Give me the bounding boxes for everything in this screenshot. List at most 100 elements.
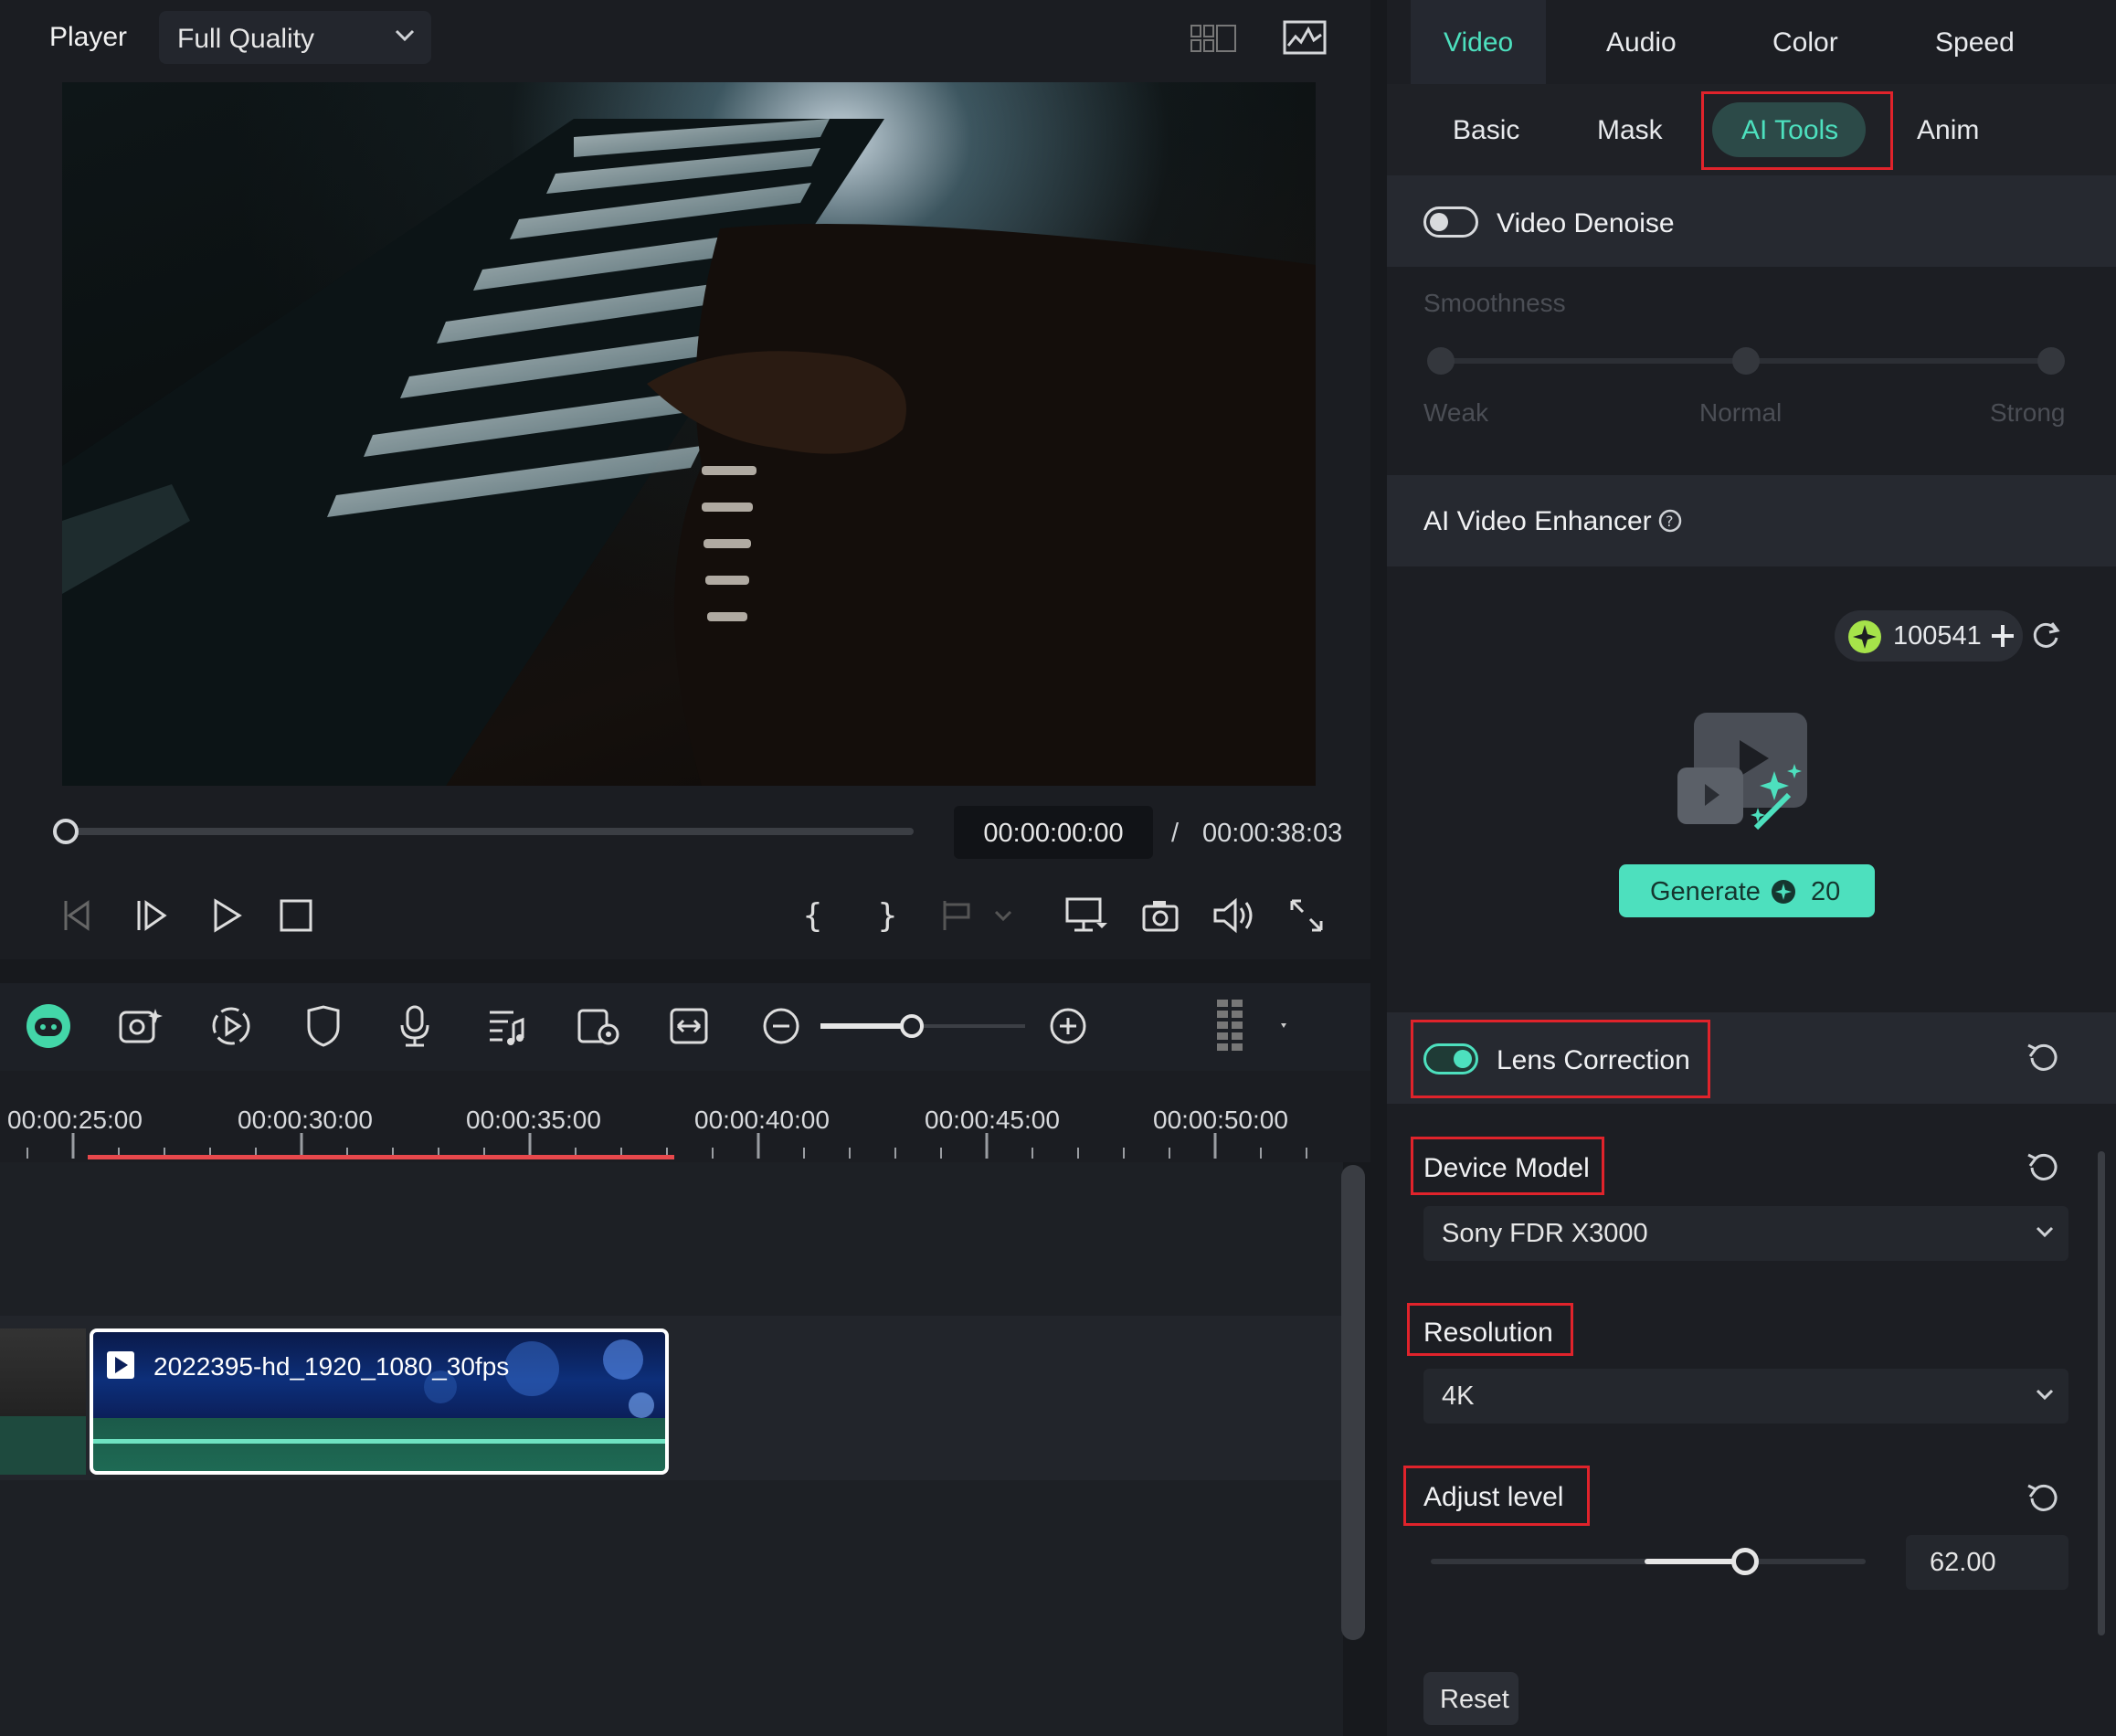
- inspector-scrollbar[interactable]: [2098, 1151, 2105, 1635]
- ai-copilot-icon[interactable]: [24, 1001, 73, 1051]
- stop-icon[interactable]: [278, 897, 314, 934]
- timeline-clip[interactable]: [0, 1328, 86, 1475]
- ai-enhancer-label: AI Video Enhancer: [1423, 506, 1652, 536]
- shield-icon[interactable]: [305, 1005, 342, 1047]
- fullscreen-icon[interactable]: [1288, 897, 1325, 934]
- credits-badge[interactable]: 100541: [1835, 610, 2023, 662]
- subtab-animation[interactable]: Anim: [1917, 115, 1984, 146]
- adjust-level-slider-fill: [1645, 1559, 1746, 1564]
- adjust-level-input[interactable]: 62.00: [1906, 1535, 2068, 1590]
- reset-icon[interactable]: [2025, 1149, 2061, 1186]
- ruler-tick-label: 00:00:25:00: [7, 1106, 143, 1134]
- highlight-box: [1403, 1466, 1590, 1526]
- svg-text:{: {: [802, 897, 822, 935]
- ruler-tick-label: 00:00:35:00: [466, 1106, 601, 1134]
- zoom-in-icon[interactable]: [1049, 1007, 1087, 1045]
- smoothness-stop-strong[interactable]: [2037, 347, 2065, 375]
- display-settings-icon[interactable]: [1063, 895, 1107, 936]
- highlight-box: [1411, 1137, 1604, 1195]
- playback-progress-handle[interactable]: [53, 819, 79, 844]
- microphone-icon[interactable]: [397, 1005, 433, 1047]
- tab-audio[interactable]: Audio: [1606, 27, 1677, 58]
- auto-reframe-icon[interactable]: [210, 1005, 252, 1047]
- zoom-slider-handle[interactable]: [900, 1014, 924, 1038]
- preview-render-icon[interactable]: [576, 1005, 621, 1047]
- ai-video-icon[interactable]: [117, 1005, 164, 1047]
- reset-icon[interactable]: [2025, 1480, 2061, 1517]
- highlight-box: [1407, 1303, 1573, 1356]
- total-duration: 00:00:38:03: [1202, 819, 1343, 848]
- highlight-box: [1411, 1020, 1710, 1098]
- current-timecode-text: 00:00:00:00: [983, 819, 1124, 848]
- smoothness-stop-weak[interactable]: [1427, 347, 1455, 375]
- mark-out-icon[interactable]: }: [875, 895, 897, 936]
- mark-in-icon[interactable]: {: [800, 895, 822, 936]
- current-timecode[interactable]: 00:00:00:00: [954, 806, 1153, 859]
- ruler-tick-label: 00:00:45:00: [925, 1106, 1060, 1134]
- svg-text:?: ?: [1666, 513, 1674, 530]
- refresh-icon[interactable]: [2030, 619, 2061, 651]
- chevron-down-icon: [395, 29, 415, 42]
- resolution-value: 4K: [1442, 1381, 1475, 1411]
- snapshot-camera-icon[interactable]: [1140, 897, 1180, 934]
- audio-list-icon[interactable]: [486, 1005, 526, 1047]
- highlight-box: [1701, 91, 1893, 170]
- smoothness-slider-handle[interactable]: [1732, 347, 1760, 375]
- previous-frame-icon[interactable]: [57, 897, 93, 934]
- tab-speed[interactable]: Speed: [1935, 27, 2015, 58]
- quality-dropdown[interactable]: Full Quality: [159, 11, 431, 64]
- reset-icon[interactable]: [2025, 1040, 2061, 1076]
- timeline-scrollbar[interactable]: [1341, 1165, 1365, 1640]
- smoothness-weak-label: Weak: [1423, 398, 1489, 427]
- reset-label: Reset: [1440, 1685, 1509, 1714]
- credit-coin-icon: [1848, 620, 1881, 653]
- video-clip-icon: [107, 1351, 134, 1379]
- generate-label: Generate: [1650, 877, 1761, 906]
- ruler-tick-label: 00:00:30:00: [238, 1106, 373, 1134]
- fit-timeline-icon[interactable]: [669, 1007, 709, 1045]
- smoothness-normal-label: Normal: [1699, 398, 1783, 427]
- zoom-out-icon[interactable]: [762, 1007, 800, 1045]
- clip-name: 2022395-hd_1920_1080_30fps: [153, 1352, 510, 1381]
- tab-color[interactable]: Color: [1772, 27, 1838, 58]
- render-range-bar: [88, 1155, 674, 1159]
- timeline-clip-selected[interactable]: 2022395-hd_1920_1080_30fps: [90, 1328, 669, 1475]
- device-model-dropdown[interactable]: Sony FDR X3000: [1423, 1206, 2068, 1261]
- playback-progress-track[interactable]: [73, 828, 914, 835]
- svg-text:}: }: [877, 897, 897, 935]
- track-layout-icon[interactable]: [1215, 998, 1288, 1054]
- ai-enhancer-illustration-icon: [1677, 713, 1807, 831]
- clip-audio-line: [93, 1439, 665, 1444]
- device-model-value: Sony FDR X3000: [1442, 1219, 1648, 1248]
- generate-button[interactable]: Generate 20: [1619, 864, 1875, 917]
- zoom-slider-fill: [820, 1023, 912, 1029]
- chevron-down-icon: [2036, 1389, 2054, 1401]
- grid-view-icon[interactable]: [1190, 22, 1239, 57]
- adjust-level-value: 62.00: [1930, 1548, 1996, 1577]
- reset-button[interactable]: Reset: [1423, 1672, 1518, 1725]
- add-credits-icon[interactable]: [1990, 623, 2015, 649]
- video-preview[interactable]: [62, 82, 1316, 786]
- help-icon[interactable]: ?: [1657, 508, 1683, 534]
- tab-video[interactable]: Video: [1444, 27, 1513, 58]
- video-denoise-label: Video Denoise: [1497, 208, 1675, 238]
- ruler-ticks: [26, 1133, 1307, 1159]
- generate-cost: 20: [1811, 877, 1841, 906]
- smoothness-strong-label: Strong: [1990, 398, 2066, 427]
- video-denoise-toggle[interactable]: [1423, 206, 1478, 238]
- insert-clip-icon[interactable]: [941, 897, 1018, 934]
- resolution-dropdown[interactable]: 4K: [1423, 1369, 2068, 1424]
- piano-frame-image: [62, 119, 1316, 786]
- subtab-basic[interactable]: Basic: [1453, 115, 1519, 146]
- next-frame-icon[interactable]: [133, 897, 170, 934]
- player-label: Player: [49, 22, 128, 52]
- ruler-tick-label: 00:00:50:00: [1153, 1106, 1288, 1134]
- chevron-down-icon: [2036, 1226, 2054, 1238]
- timecode-separator: /: [1171, 819, 1180, 848]
- subtab-mask[interactable]: Mask: [1597, 115, 1663, 146]
- smoothness-label: Smoothness: [1423, 289, 1566, 317]
- play-icon[interactable]: [208, 897, 245, 934]
- volume-icon[interactable]: [1211, 897, 1255, 934]
- waveform-monitor-icon[interactable]: [1283, 20, 1327, 57]
- ruler-tick-label: 00:00:40:00: [694, 1106, 830, 1134]
